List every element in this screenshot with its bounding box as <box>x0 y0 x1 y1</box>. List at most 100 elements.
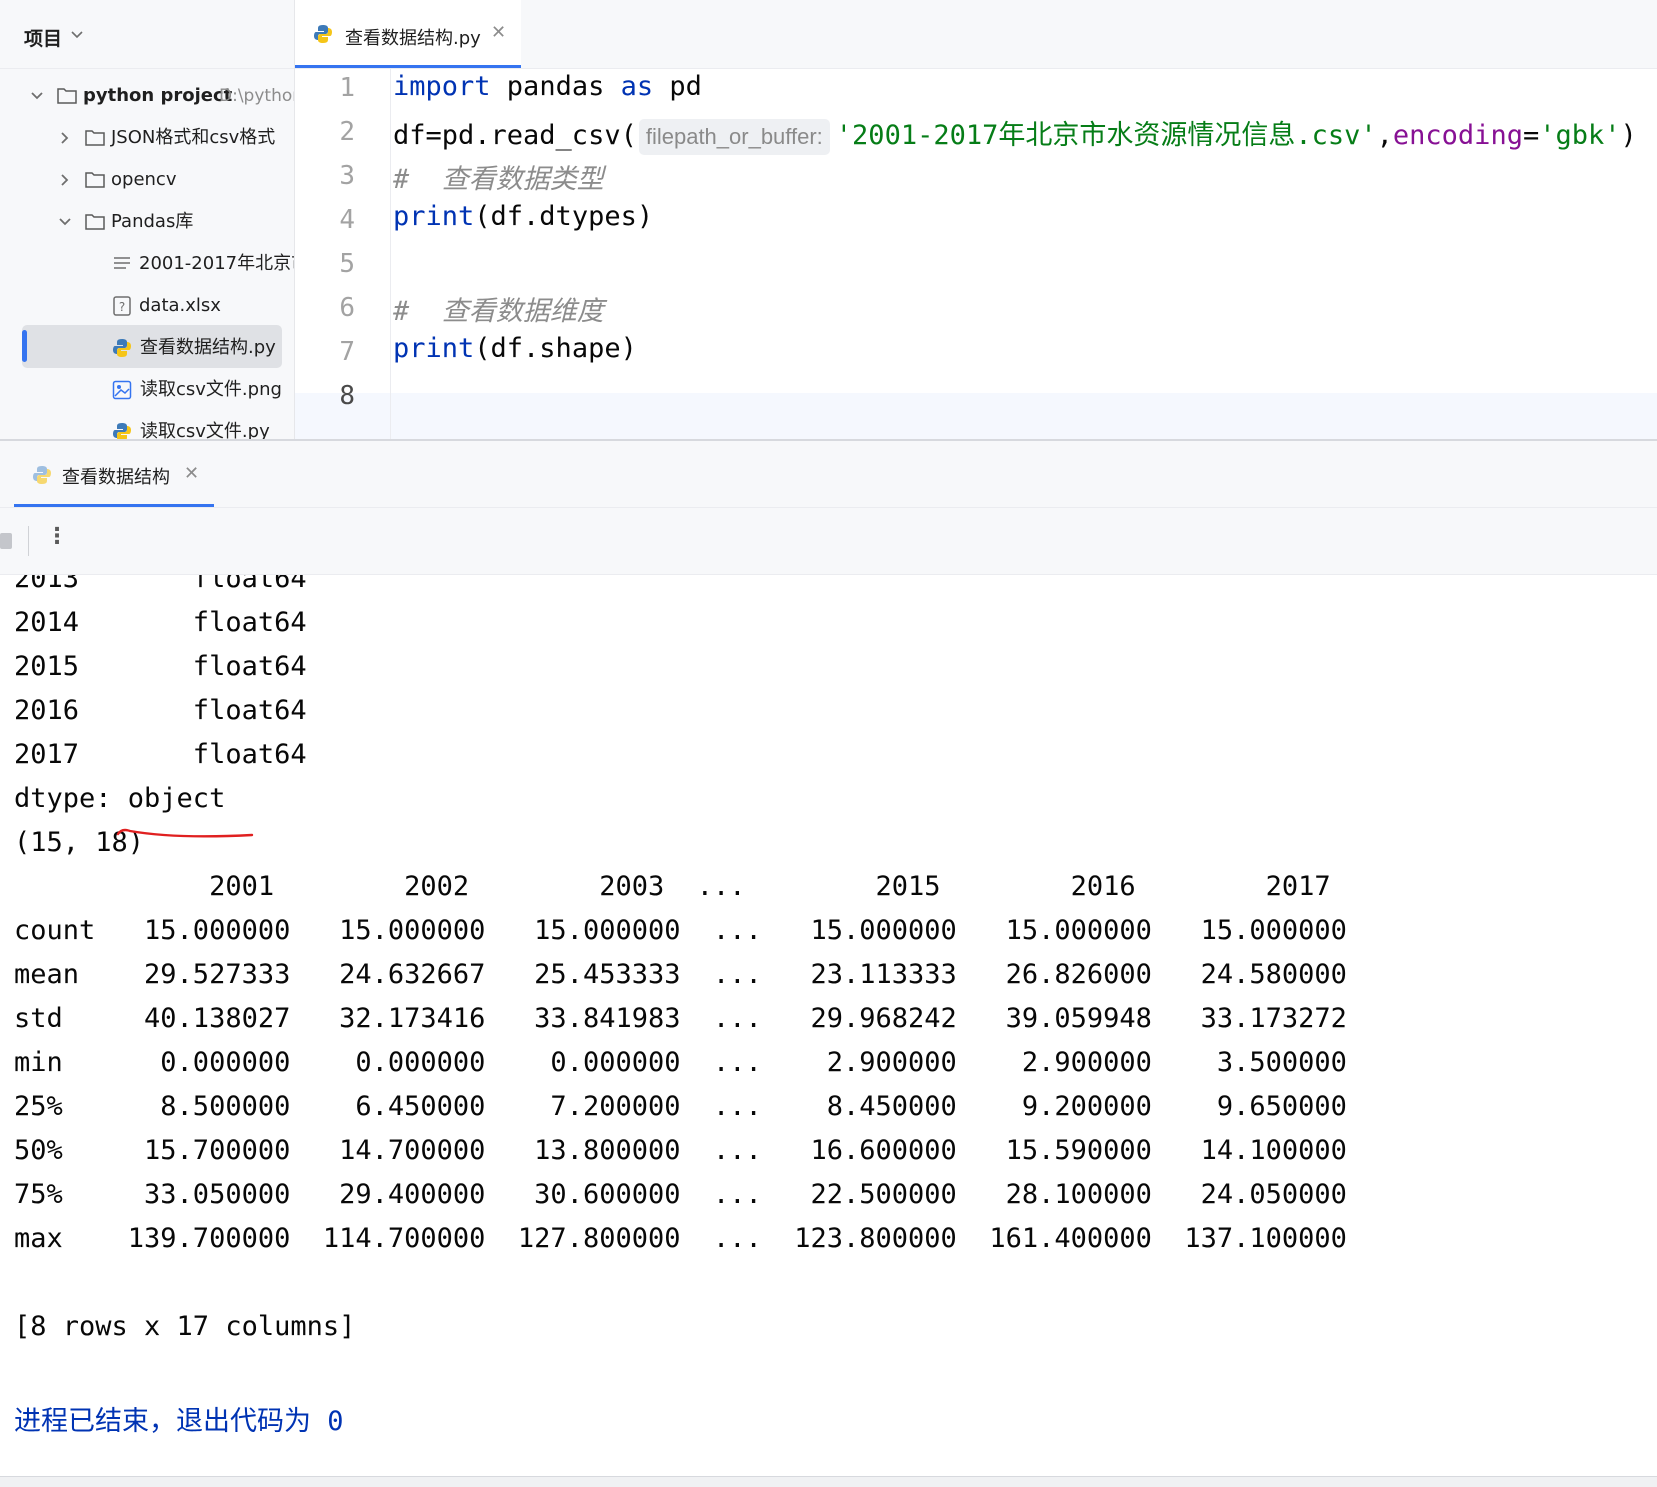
code-line-1: import pandas as pd <box>393 71 702 102</box>
editor-tab-label: 查看数据结构.py <box>345 28 481 49</box>
code-text: = <box>1522 120 1540 151</box>
line-number: 4 <box>339 205 355 235</box>
line-number-current: 8 <box>339 381 355 411</box>
builtin-function: print <box>393 333 475 364</box>
chevron-right-icon[interactable] <box>58 173 72 187</box>
code-text: df=pd.read_csv( <box>393 120 637 151</box>
toolbar-separator <box>28 526 29 556</box>
tree-item-label: 2001-2017年北京市 <box>139 253 295 274</box>
line-number: 1 <box>339 73 355 103</box>
code-line-7: print(df.shape) <box>393 333 637 364</box>
console-line: 50% 15.700000 14.700000 13.800000 ... 16… <box>14 1135 1347 1166</box>
tree-item-python-project[interactable]: python project D:\pythor <box>0 76 294 116</box>
tree-item-label: JSON格式和csv格式 <box>111 127 276 148</box>
tree-item-read-csv-png[interactable]: 读取csv文件.png <box>0 370 294 410</box>
console-line: min 0.000000 0.000000 0.000000 ... 2.900… <box>14 1047 1347 1078</box>
code-text: ) <box>1620 120 1637 151</box>
code-editor[interactable]: 1 2 3 4 5 6 7 8 import pandas as pd df=p… <box>295 69 1657 439</box>
tree-item-label: Pandas库 <box>111 211 194 232</box>
console-line: count 15.000000 15.000000 15.000000 ... … <box>14 915 1347 946</box>
folder-icon <box>57 88 77 104</box>
console-output[interactable]: 2013 float64 2014 float64 2015 float64 2… <box>0 575 1657 1475</box>
chevron-right-icon[interactable] <box>58 131 72 145</box>
close-icon[interactable]: ✕ <box>184 463 199 484</box>
run-tab-label: 查看数据结构 <box>62 467 170 488</box>
run-tab-bar: 查看数据结构 ✕ <box>0 441 1657 508</box>
stop-icon[interactable] <box>0 533 12 549</box>
code-text: (df.dtypes) <box>474 201 654 232</box>
console-line: 2013 float64 <box>14 575 307 594</box>
code-text: , <box>1376 120 1393 151</box>
chevron-down-icon[interactable] <box>30 89 44 103</box>
keyword: import <box>393 71 491 102</box>
console-line: mean 29.527333 24.632667 25.453333 ... 2… <box>14 959 1347 990</box>
console-line: 2017 float64 <box>14 739 307 770</box>
line-number: 5 <box>339 249 355 279</box>
tree-item-pandas-folder[interactable]: Pandas库 <box>0 202 294 242</box>
code-text: pandas <box>490 71 621 102</box>
tree-item-view-structure-py[interactable]: 查看数据结构.py <box>0 328 294 368</box>
code-text: (df.shape) <box>474 333 637 364</box>
code-line-6-comment: # 查看数据维度 <box>393 296 604 327</box>
tree-item-csv-file[interactable]: 2001-2017年北京市 <box>0 244 294 284</box>
chevron-down-icon[interactable] <box>70 28 84 42</box>
tree-item-opencv-folder[interactable]: opencv <box>0 160 294 200</box>
chevron-down-icon[interactable] <box>58 215 72 229</box>
python-file-icon <box>113 423 131 439</box>
python-file-icon <box>33 466 51 484</box>
keyword: as <box>620 71 654 102</box>
run-toolbar: ⋮ <box>0 508 1657 575</box>
text-file-icon <box>114 257 130 269</box>
code-line-3-comment: # 查看数据类型 <box>393 164 604 195</box>
line-number: 7 <box>339 337 355 367</box>
builtin-function: print <box>393 201 475 232</box>
console-line: 75% 33.050000 29.400000 30.600000 ... 22… <box>14 1179 1347 1210</box>
tree-item-label: opencv <box>111 169 177 190</box>
image-file-icon <box>112 380 132 400</box>
current-line-highlight <box>295 393 1657 439</box>
gutter-separator <box>390 69 391 439</box>
folder-icon <box>85 130 105 146</box>
tree-item-data-xlsx[interactable]: ? data.xlsx <box>0 286 294 326</box>
console-line: 2014 float64 <box>14 607 307 638</box>
tree-item-label: 查看数据结构.py <box>140 337 276 358</box>
parameter-hint: filepath_or_buffer: <box>638 118 830 155</box>
string-literal: 'gbk' <box>1539 120 1621 151</box>
tree-item-label: 读取csv文件.png <box>140 379 282 400</box>
code-line-4: print(df.dtypes) <box>393 201 653 232</box>
console-line: 2015 float64 <box>14 651 307 682</box>
keyword-argument: encoding <box>1392 120 1523 151</box>
string-literal: '2001-2017年北京市水资源情况信息.csv' <box>835 120 1377 151</box>
line-number: 2 <box>339 117 355 147</box>
project-panel: 项目 python project D:\pythor JSON格式和csv格式… <box>0 0 295 439</box>
more-icon[interactable]: ⋮ <box>46 524 68 549</box>
console-line: max 139.700000 114.700000 127.800000 ...… <box>14 1223 1347 1254</box>
python-file-icon <box>314 25 332 43</box>
project-header: 项目 <box>0 0 294 69</box>
folder-icon <box>85 172 105 188</box>
tree-item-label: 读取csv文件.py <box>140 421 270 439</box>
console-line: 25% 8.500000 6.450000 7.200000 ... 8.450… <box>14 1091 1347 1122</box>
code-line-2: df=pd.read_csv(filepath_or_buffer: '2001-… <box>393 113 1637 155</box>
editor-tab-active[interactable]: 查看数据结构.py ✕ <box>295 0 521 68</box>
unknown-file-icon: ? <box>113 296 131 316</box>
close-icon[interactable]: ✕ <box>491 22 506 43</box>
code-text: pd <box>653 71 702 102</box>
console-line: dtype: object <box>14 783 226 814</box>
folder-icon <box>85 214 105 230</box>
project-title[interactable]: 项目 <box>24 24 62 51</box>
tree-item-read-csv-py[interactable]: 读取csv文件.py <box>0 412 294 439</box>
console-line: 2001 2002 2003 ... 2015 2016 2017 <box>14 871 1331 902</box>
tree-item-json-folder[interactable]: JSON格式和csv格式 <box>0 118 294 158</box>
console-line: 2016 float64 <box>14 695 307 726</box>
process-exit-message: 进程已结束，退出代码为 0 <box>14 1406 344 1437</box>
red-annotation-underline <box>116 828 254 838</box>
tree-item-label: python project <box>83 85 233 106</box>
python-file-icon <box>113 339 131 357</box>
console-line: [8 rows x 17 columns] <box>14 1311 356 1342</box>
run-tab-active[interactable]: 查看数据结构 ✕ <box>14 441 214 507</box>
project-path: D:\pythor <box>219 86 295 106</box>
status-bar <box>0 1476 1657 1487</box>
line-number: 6 <box>339 293 355 323</box>
svg-text:?: ? <box>119 300 125 314</box>
